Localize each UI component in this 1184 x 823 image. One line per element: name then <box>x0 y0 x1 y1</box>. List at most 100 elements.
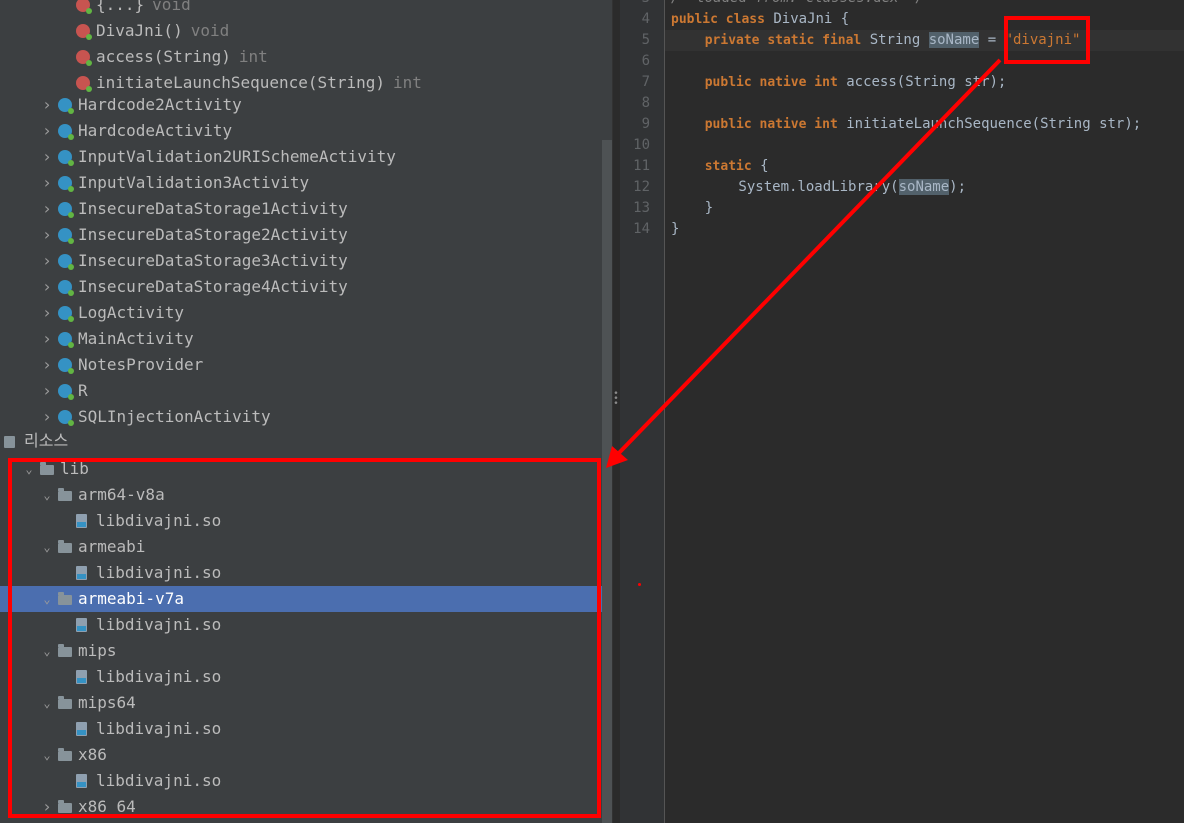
line-number: 10 <box>633 137 650 153</box>
tree-item-label: R <box>78 381 88 400</box>
tree-item-label: InsecureDataStorage4Activity <box>78 277 348 296</box>
chevron-right-icon[interactable]: › <box>40 326 54 352</box>
class-icon <box>58 202 74 218</box>
tree-item-label: armeabi <box>78 537 146 556</box>
tree-item-label: InputValidation3Activity <box>78 173 310 192</box>
tree-item-label: InsecureDataStorage3Activity <box>78 251 348 270</box>
tree-item-label: armeabi-v7a <box>78 589 184 608</box>
line-number: 5 <box>641 32 650 48</box>
resources-icon <box>4 436 15 448</box>
class-icon <box>58 332 74 348</box>
tree-item[interactable]: › SQLInjectionActivity <box>0 404 602 430</box>
folder-icon <box>58 800 72 813</box>
code-token: } <box>671 200 714 216</box>
tree-item[interactable]: › NotesProvider <box>0 352 602 378</box>
tree-item[interactable]: › InputValidation3Activity <box>0 170 602 196</box>
class-icon <box>58 124 74 140</box>
tree-item[interactable]: › InsecureDataStorage4Activity <box>0 274 602 300</box>
chevron-down-icon[interactable]: ⌄ <box>40 690 54 716</box>
tree-item[interactable]: access(String) int <box>0 44 602 70</box>
tree-item[interactable]: ⌄ armeabi <box>0 534 602 560</box>
class-icon <box>58 228 74 244</box>
chevron-down-icon[interactable]: ⌄ <box>40 742 54 768</box>
tree-item[interactable]: libdivajni.so <box>0 768 602 794</box>
chevron-right-icon[interactable]: › <box>40 248 54 274</box>
folder-icon <box>58 748 72 761</box>
tree-item-label: libdivajni.so <box>96 563 222 582</box>
chevron-right-icon[interactable]: › <box>40 222 54 248</box>
tree-item-label: libdivajni.so <box>96 667 222 686</box>
so-file-icon <box>76 618 87 632</box>
class-icon <box>58 410 74 426</box>
tree-item[interactable]: ⌄ lib <box>0 456 602 482</box>
class-icon <box>58 254 74 270</box>
tree-item-label: libdivajni.so <box>96 511 222 530</box>
tree-item-label: SQLInjectionActivity <box>78 407 271 426</box>
tree-item-label: {...} void <box>96 0 191 18</box>
tree-item[interactable]: › LogActivity <box>0 300 602 326</box>
chevron-right-icon[interactable]: › <box>40 794 54 820</box>
so-file-icon <box>76 566 87 580</box>
code-token: ); <box>949 179 967 195</box>
class-icon <box>58 150 74 166</box>
tree-item[interactable]: › R <box>0 378 602 404</box>
folder-icon <box>58 644 72 657</box>
chevron-down-icon[interactable]: ⌄ <box>22 456 36 482</box>
tree-item[interactable]: ⌄ mips <box>0 638 602 664</box>
folder-icon <box>40 462 54 475</box>
splitter-grip-icon[interactable]: • • • <box>613 390 619 409</box>
chevron-right-icon[interactable]: › <box>40 118 54 144</box>
chevron-right-icon[interactable]: › <box>40 92 54 118</box>
tree-item-label: InsecureDataStorage2Activity <box>78 225 348 244</box>
chevron-down-icon[interactable]: ⌄ <box>40 534 54 560</box>
tree-item[interactable]: {...} void <box>0 0 602 18</box>
chevron-down-icon[interactable]: ⌄ <box>40 482 54 508</box>
tree-item[interactable]: › HardcodeActivity <box>0 118 602 144</box>
tree-item[interactable]: › InputValidation2URISchemeActivity <box>0 144 602 170</box>
chevron-right-icon[interactable]: › <box>40 352 54 378</box>
tree-item[interactable]: › Hardcode2Activity <box>0 92 602 118</box>
tree-scrollbar-thumb[interactable] <box>602 140 612 823</box>
line-number: 3 <box>620 0 650 9</box>
class-icon <box>58 176 74 192</box>
tree-item[interactable]: › x86_64 <box>0 794 602 820</box>
tree-item[interactable]: › InsecureDataStorage1Activity <box>0 196 602 222</box>
chevron-down-icon[interactable]: ⌄ <box>40 586 54 612</box>
line-number: 12 <box>633 179 650 195</box>
method-icon <box>76 0 92 14</box>
tree-item-label: arm64-v8a <box>78 485 165 504</box>
tree-item-label: MainActivity <box>78 329 194 348</box>
tree-item[interactable]: › InsecureDataStorage3Activity <box>0 248 602 274</box>
tree-item[interactable]: libdivajni.so <box>0 612 602 638</box>
chevron-right-icon[interactable]: › <box>40 144 54 170</box>
chevron-right-icon[interactable]: › <box>40 274 54 300</box>
chevron-right-icon[interactable]: › <box>40 300 54 326</box>
tree-item[interactable]: ⌄ mips64 <box>0 690 602 716</box>
tree-item[interactable]: ⌄ arm64-v8a <box>0 482 602 508</box>
code-token: /* loaded from: classes.dex */ <box>671 0 924 6</box>
tree-item[interactable]: DivaJni() void <box>0 18 602 44</box>
project-tree-panel: {...} void DivaJni() void access(String) int i… <box>0 0 602 823</box>
folder-icon <box>58 592 72 605</box>
chevron-right-icon[interactable]: › <box>40 196 54 222</box>
tree-item[interactable]: ⌄ armeabi-v7a <box>0 586 602 612</box>
tree-item[interactable]: libdivajni.so <box>0 664 602 690</box>
code-token: loadLibrary <box>797 179 891 195</box>
chevron-down-icon[interactable]: ⌄ <box>40 638 54 664</box>
tree-item[interactable]: ⌄ x86 <box>0 742 602 768</box>
return-type: void <box>152 0 191 14</box>
class-icon <box>58 358 74 374</box>
code-editor[interactable]: /* loaded from: classes.dex */ public cla… <box>665 0 1184 823</box>
chevron-right-icon[interactable]: › <box>40 378 54 404</box>
tree-item[interactable]: 리소스 <box>0 428 602 454</box>
tree-item[interactable]: libdivajni.so <box>0 508 602 534</box>
tree-item-label: libdivajni.so <box>96 615 222 634</box>
chevron-right-icon[interactable]: › <box>40 170 54 196</box>
chevron-right-icon[interactable]: › <box>40 404 54 430</box>
code-line: } <box>671 198 713 219</box>
tree-item[interactable]: libdivajni.so <box>0 716 602 742</box>
tree-item[interactable]: › InsecureDataStorage2Activity <box>0 222 602 248</box>
tree-item[interactable]: › MainActivity <box>0 326 602 352</box>
tree-item[interactable]: libdivajni.so <box>0 560 602 586</box>
